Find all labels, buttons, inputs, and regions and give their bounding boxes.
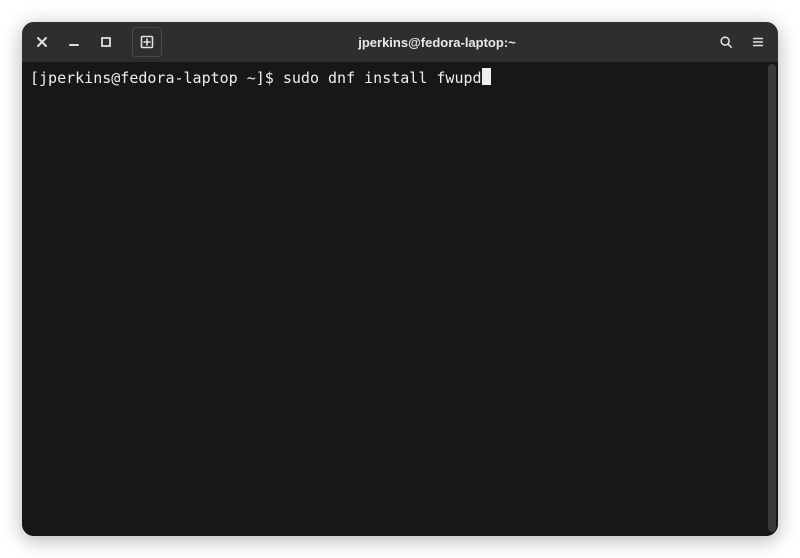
new-tab-button[interactable]	[132, 27, 162, 57]
close-button[interactable]	[28, 28, 56, 56]
terminal-window: jperkins@fedora-laptop:~ [jperkins@fedor…	[22, 22, 778, 536]
titlebar-right-controls	[712, 28, 772, 56]
terminal-body[interactable]: [jperkins@fedora-laptop ~]$ sudo dnf ins…	[22, 62, 778, 536]
window-title: jperkins@fedora-laptop:~	[162, 35, 712, 50]
search-button[interactable]	[712, 28, 740, 56]
new-tab-icon	[139, 34, 155, 50]
titlebar-left-controls	[28, 27, 162, 57]
titlebar: jperkins@fedora-laptop:~	[22, 22, 778, 62]
shell-command: sudo dnf install fwupd	[283, 68, 482, 88]
minimize-icon	[67, 35, 81, 49]
cursor-block	[482, 68, 491, 85]
minimize-button[interactable]	[60, 28, 88, 56]
shell-prompt: [jperkins@fedora-laptop ~]$	[30, 68, 283, 88]
close-icon	[35, 35, 49, 49]
search-icon	[719, 35, 733, 49]
maximize-button[interactable]	[92, 28, 120, 56]
scrollbar-thumb[interactable]	[768, 64, 776, 532]
hamburger-menu-icon	[751, 35, 765, 49]
menu-button[interactable]	[744, 28, 772, 56]
maximize-icon	[99, 35, 113, 49]
terminal-line: [jperkins@fedora-laptop ~]$ sudo dnf ins…	[30, 66, 770, 88]
scrollbar-track	[766, 64, 776, 532]
